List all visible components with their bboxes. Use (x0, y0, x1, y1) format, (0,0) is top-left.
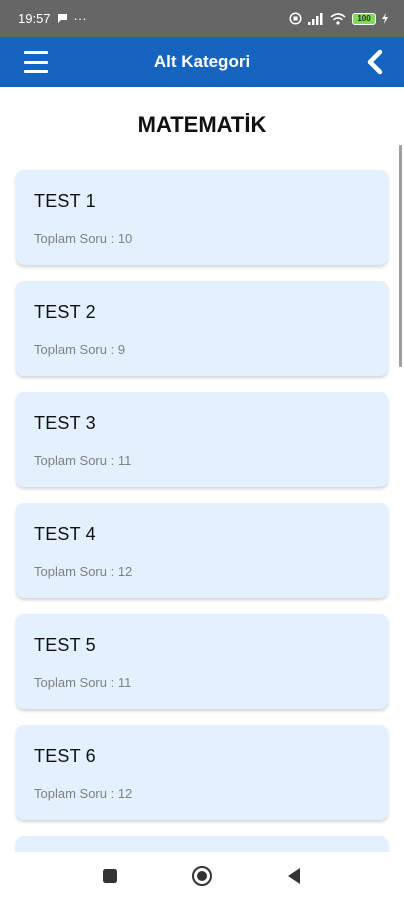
status-bar: 19:57 ··· 100 (0, 0, 404, 37)
status-left: 19:57 ··· (18, 11, 87, 26)
chat-notification-icon (57, 14, 67, 23)
triangle-back-icon (288, 868, 300, 884)
test-question-count: Toplam Soru : 11 (34, 453, 132, 468)
test-card[interactable]: TEST 1 Toplam Soru : 10 (16, 170, 388, 265)
menu-button[interactable] (24, 51, 48, 73)
test-card[interactable]: TEST 3 Toplam Soru : 11 (16, 392, 388, 487)
test-question-count: Toplam Soru : 12 (34, 786, 133, 801)
app-bar: Alt Kategori (0, 37, 404, 87)
alarm-icon (289, 12, 302, 25)
test-card[interactable]: TEST 6 Toplam Soru : 12 (16, 725, 388, 820)
hamburger-icon-bar (24, 60, 48, 64)
back-chevron-icon[interactable] (364, 49, 386, 75)
test-title: TEST 4 (34, 524, 96, 544)
test-card[interactable]: TEST 5 Toplam Soru : 11 (16, 614, 388, 709)
square-icon (103, 869, 117, 883)
status-right: 100 (289, 12, 388, 25)
test-title: TEST 1 (34, 191, 96, 211)
hamburger-icon-bar (24, 51, 48, 54)
test-list[interactable]: TEST 1 Toplam Soru : 10 TEST 2 Toplam So… (0, 150, 404, 852)
system-nav-bar (0, 852, 404, 900)
status-more-dots: ··· (73, 11, 87, 26)
test-title: TEST 2 (34, 302, 96, 322)
circle-icon (192, 866, 212, 886)
test-title: TEST 6 (34, 746, 96, 766)
app-bar-title: Alt Kategori (153, 52, 251, 71)
test-question-count: Toplam Soru : 11 (34, 675, 132, 690)
test-title: TEST 5 (34, 635, 96, 655)
wifi-icon (330, 12, 346, 25)
status-time: 19:57 (18, 11, 51, 26)
home-button[interactable] (189, 863, 215, 889)
test-card[interactable]: TEST 4 Toplam Soru : 12 (16, 503, 388, 598)
test-title: TEST 3 (34, 413, 96, 433)
back-button[interactable] (281, 863, 307, 889)
signal-icon (308, 12, 323, 25)
test-question-count: Toplam Soru : 10 (34, 231, 133, 246)
recents-button[interactable] (97, 863, 123, 889)
test-card[interactable]: TEST 2 Toplam Soru : 9 (16, 281, 388, 376)
hamburger-icon-bar (24, 70, 48, 73)
test-question-count: Toplam Soru : 12 (34, 564, 133, 579)
page-title: MATEMATİK (137, 112, 267, 137)
test-card-partial[interactable] (16, 836, 388, 852)
battery-icon: 100 (352, 12, 376, 25)
test-question-count: Toplam Soru : 9 (34, 342, 126, 357)
charging-icon (382, 13, 388, 24)
